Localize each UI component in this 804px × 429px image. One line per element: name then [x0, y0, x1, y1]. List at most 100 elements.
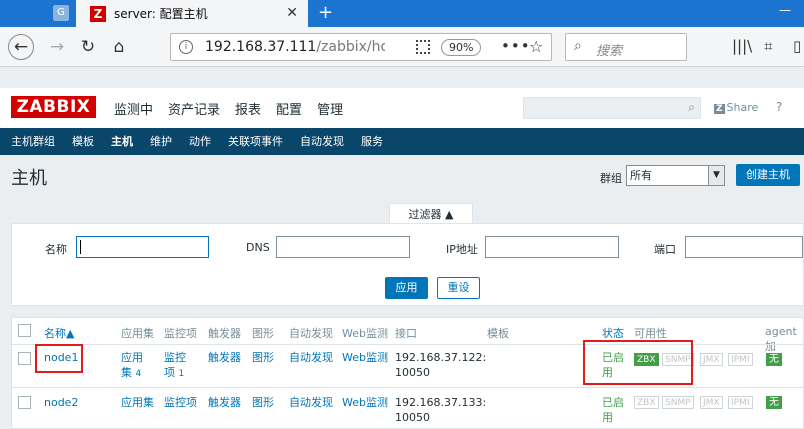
items-count: 1 [178, 369, 185, 379]
url-text[interactable]: 192.168.37.111/zabbix/host [205, 39, 385, 55]
submenu-discovery[interactable]: 自动发现 [300, 128, 344, 155]
info-icon[interactable]: i [179, 40, 193, 54]
menu-inventory[interactable]: 资产记录 [168, 99, 220, 118]
interface-cell: 192.168.37.133: 10050 [395, 395, 486, 425]
triggers-link[interactable]: 触发器 [208, 395, 241, 410]
menu-reports[interactable]: 报表 [235, 99, 261, 118]
zoom-level[interactable]: 90% [441, 39, 482, 56]
submenu-maintenance[interactable]: 维护 [150, 128, 172, 155]
triggers-link[interactable]: 触发器 [208, 350, 241, 365]
interface-ip: 192.168.37.133: [395, 396, 487, 409]
menu-administration[interactable]: 管理 [317, 99, 343, 118]
menu-monitoring[interactable]: 监测中 [114, 99, 153, 118]
web-link[interactable]: Web监测 [342, 350, 388, 365]
search-icon[interactable]: ⌕ [688, 100, 695, 115]
jmx-badge: JMX [700, 396, 723, 409]
select-all-checkbox[interactable] [18, 324, 31, 337]
minimize-icon[interactable]: — [766, 0, 804, 20]
col-name-header[interactable]: 名称▲ [44, 325, 74, 341]
col-templates-header: 模板 [487, 327, 509, 340]
col-items-header: 监控项 [164, 327, 197, 340]
reload-icon[interactable]: ↻ [75, 34, 101, 60]
library-icon[interactable]: |||\ [732, 37, 752, 55]
col-graphs-header: 图形 [252, 327, 274, 340]
discovery-link[interactable]: 自动发现 [289, 395, 333, 410]
apps-link-cont[interactable]: 集 [121, 366, 132, 379]
sidebar-icon[interactable]: ▯ [793, 37, 801, 55]
menu-configuration[interactable]: 配置 [276, 99, 302, 118]
ipmi-badge: IPMI [728, 396, 753, 409]
close-icon[interactable]: ✕ [286, 5, 298, 21]
status-link[interactable]: 已启 用 [602, 395, 624, 425]
submenu-actions[interactable]: 动作 [189, 128, 211, 155]
items-link[interactable]: 监控项 [164, 395, 197, 410]
browser-search-box[interactable]: ⌕ 搜索 [565, 33, 687, 61]
zabbix-logo[interactable]: ZABBIX [11, 96, 96, 118]
zbx-badge: ZBX [634, 396, 659, 409]
reset-button[interactable]: 重设 [437, 277, 480, 299]
row-checkbox[interactable] [18, 352, 31, 365]
tab-title: server: 配置主机 [114, 7, 208, 21]
back-arrow-icon[interactable]: ← [8, 34, 34, 60]
col-apps-header: 应用集 [121, 327, 154, 340]
submenu-templates[interactable]: 模板 [72, 128, 94, 155]
filter-port-label: 端口 [654, 243, 676, 256]
items-link[interactable]: 监控 [164, 351, 186, 364]
row-checkbox[interactable] [18, 396, 31, 409]
filter-dns-input[interactable] [276, 236, 410, 258]
qr-code-icon[interactable] [416, 40, 430, 54]
agent-encryption-badge: 无 [766, 396, 782, 409]
interface-ip: 192.168.37.122: [395, 351, 487, 364]
filter-ip-input[interactable] [485, 236, 619, 258]
chevron-down-icon[interactable]: ▼ [708, 166, 724, 185]
search-icon: ⌕ [574, 38, 582, 54]
forward-arrow-icon[interactable]: → [44, 34, 70, 60]
filter-dns-label: DNS [246, 241, 270, 254]
zabbix-search-input[interactable]: ⌕ [523, 97, 701, 119]
group-label: 群组 [600, 172, 622, 185]
text-caret [80, 240, 81, 254]
ipmi-badge: IPMI [728, 353, 753, 366]
bookmark-star-icon[interactable]: ☆ [529, 37, 543, 56]
filter-toggle-tab[interactable]: 过滤器 ▲ [389, 203, 473, 224]
apps-link[interactable]: 应用集 [121, 395, 154, 410]
agent-encryption-badge: 无 [766, 353, 782, 366]
share-link[interactable]: Z Share [714, 101, 758, 114]
group-select[interactable]: 所有 ▼ [626, 165, 725, 186]
screenshot-icon[interactable]: ⌗ [764, 37, 772, 55]
col-interface-header: 接口 [395, 327, 417, 340]
browser-tab-inactive[interactable]: G [0, 0, 76, 27]
submenu-host-groups[interactable]: 主机群组 [11, 128, 55, 155]
filter-port-input[interactable] [685, 236, 803, 258]
discovery-link[interactable]: 自动发现 [289, 350, 333, 365]
url-bar[interactable]: i 192.168.37.111/zabbix/host 90% ••• ☆ [170, 33, 552, 61]
top-menu: 监测中 资产记录 报表 配置 管理 [114, 99, 358, 118]
help-icon[interactable]: ? [776, 100, 782, 114]
create-host-button[interactable]: 创建主机 [736, 164, 800, 186]
graphs-link[interactable]: 图形 [252, 395, 274, 410]
translate-icon: G [53, 5, 69, 21]
filter-ip-label: IP地址 [446, 243, 478, 256]
apps-count: 4 [135, 369, 142, 379]
group-select-value: 所有 [630, 169, 652, 182]
filter-name-input[interactable] [76, 236, 209, 258]
submenu-services[interactable]: 服务 [361, 128, 383, 155]
col-triggers-header: 触发器 [208, 327, 241, 340]
page-title: 主机 [11, 168, 47, 189]
submenu-hosts[interactable]: 主机 [111, 128, 133, 155]
more-icon[interactable]: ••• [501, 37, 531, 55]
home-icon[interactable]: ⌂ [106, 34, 132, 60]
interface-port: 10050 [395, 411, 430, 424]
apply-button[interactable]: 应用 [385, 277, 428, 299]
graphs-link[interactable]: 图形 [252, 350, 274, 365]
host-name-link[interactable]: node2 [44, 395, 78, 410]
new-tab-icon[interactable]: + [318, 2, 333, 23]
config-submenu: 主机群组 模板 主机 维护 动作 关联项事件 自动发现 服务 [0, 128, 804, 155]
col-status-header[interactable]: 状态 [602, 325, 624, 341]
items-link-cont[interactable]: 项 [164, 366, 175, 379]
zabbix-header: ZABBIX 监测中 资产记录 报表 配置 管理 ⌕ Z Share ? [0, 88, 804, 128]
web-link[interactable]: Web监测 [342, 395, 388, 410]
submenu-correlation[interactable]: 关联项事件 [228, 128, 283, 155]
browser-tab-active[interactable]: Z server: 配置主机 ✕ [76, 0, 308, 27]
apps-link[interactable]: 应用 [121, 351, 143, 364]
